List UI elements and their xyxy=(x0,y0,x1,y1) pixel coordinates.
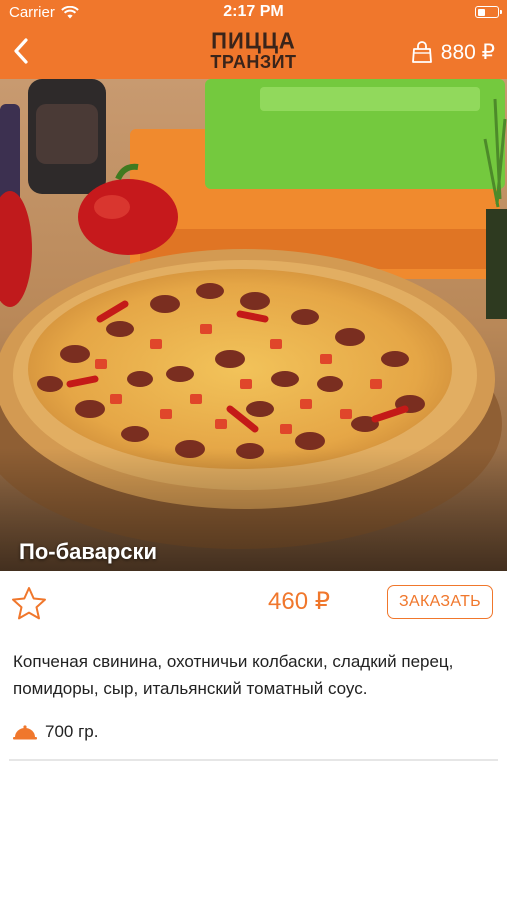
battery-icon xyxy=(475,6,502,18)
weight-row: 700 гр. xyxy=(13,722,98,742)
logo-line1: ПИЦЦА xyxy=(211,27,296,54)
nav-bar: ПИЦЦА ТРАНЗИТ 880 ₽ xyxy=(0,24,507,79)
cart-button[interactable]: 880 ₽ xyxy=(411,38,495,66)
logo-line2: ТРАНЗИТ xyxy=(210,52,297,72)
back-button[interactable] xyxy=(6,32,36,70)
product-price: 460 ₽ xyxy=(268,588,330,615)
dome-icon xyxy=(13,725,37,740)
status-bar: Carrier 2:17 PM xyxy=(0,0,507,24)
order-button[interactable]: ЗАКАЗАТЬ xyxy=(387,585,493,619)
product-image: По-баварски xyxy=(0,79,507,571)
product-weight: 700 гр. xyxy=(45,722,99,741)
product-screen: Carrier 2:17 PM ПИЦЦА ТРАНЗИТ 880 ₽ По-б… xyxy=(0,0,507,900)
shopping-bag-icon xyxy=(411,41,432,63)
header: Carrier 2:17 PM ПИЦЦА ТРАНЗИТ 880 ₽ xyxy=(0,0,507,79)
status-time: 2:17 PM xyxy=(223,3,284,20)
pizza-photo xyxy=(0,79,507,571)
product-title: По-баварски xyxy=(19,539,158,564)
brand-logo: ПИЦЦА ТРАНЗИТ xyxy=(210,27,297,72)
divider xyxy=(9,759,498,761)
cart-total: 880 ₽ xyxy=(440,40,495,64)
favorite-button[interactable] xyxy=(10,585,48,623)
star-outline-icon xyxy=(12,587,46,620)
action-row: 460 ₽ ЗАКАЗАТЬ xyxy=(0,571,507,635)
product-description: Копченая свинина, охотничьи колбаски, сл… xyxy=(13,652,454,698)
chevron-left-icon xyxy=(14,38,28,64)
